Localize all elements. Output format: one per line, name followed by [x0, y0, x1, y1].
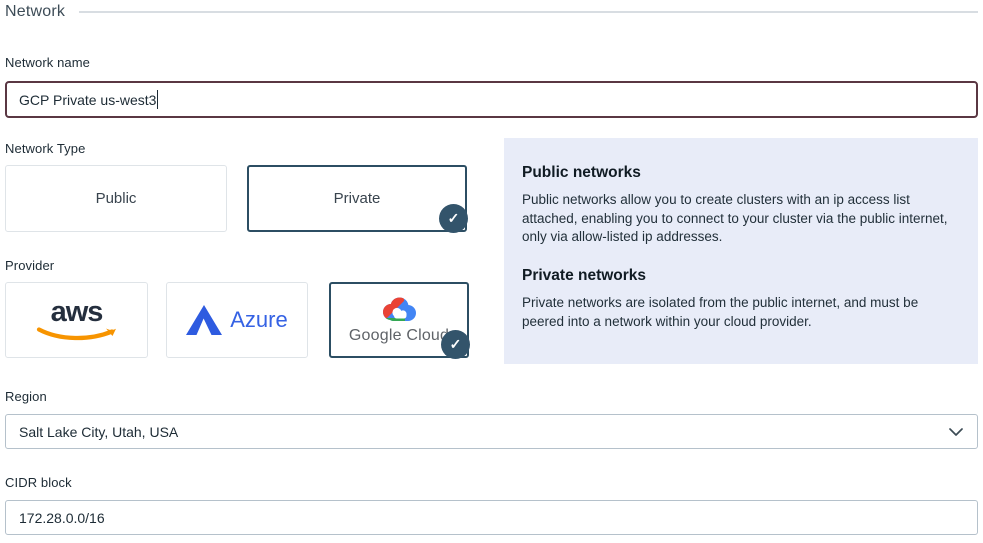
region-value: Salt Lake City, Utah, USA [19, 424, 178, 440]
network-name-input[interactable]: GCP Private us-west3 [5, 81, 978, 118]
check-icon: ✓ [450, 336, 462, 353]
aws-logo-icon: aws [36, 298, 118, 342]
network-type-options: Public Private ✓ [5, 165, 475, 232]
selected-check-badge: ✓ [439, 204, 468, 233]
aws-smile-icon [36, 327, 118, 342]
region-label: Region [5, 389, 978, 404]
region-select-row: Salt Lake City, Utah, USA [5, 414, 978, 449]
check-icon: ✓ [448, 210, 460, 227]
cidr-value: 172.28.0.0/16 [19, 510, 105, 526]
provider-option-azure[interactable]: Azure [166, 282, 308, 358]
google-cloud-logo-icon: Google Cloud [349, 295, 449, 345]
info-section-public: Public networks Public networks allow yo… [522, 164, 954, 247]
region-field: Region Salt Lake City, Utah, USA [5, 389, 978, 449]
google-cloud-wordmark: Google Cloud [349, 327, 449, 345]
public-networks-description: Public networks allow you to create clus… [522, 191, 954, 247]
selected-check-badge: ✓ [441, 330, 470, 359]
private-networks-heading: Private networks [522, 267, 954, 285]
public-networks-heading: Public networks [522, 164, 954, 182]
provider-options: aws Azure [5, 282, 475, 358]
cidr-label: CIDR block [5, 475, 978, 490]
azure-triangle-icon [186, 305, 222, 335]
info-panel: Public networks Public networks allow yo… [504, 138, 978, 364]
option-label: Public [96, 190, 137, 207]
azure-logo-icon: Azure [186, 305, 287, 335]
section-divider [79, 11, 978, 13]
text-caret [157, 90, 158, 109]
chevron-down-icon [949, 428, 963, 436]
provider-option-aws[interactable]: aws [5, 282, 148, 358]
network-name-field: Network name GCP Private us-west3 [5, 55, 978, 118]
left-column: Network Type Public Private ✓ Provider a… [5, 138, 475, 364]
type-provider-row: Network Type Public Private ✓ Provider a… [5, 138, 978, 364]
provider-label: Provider [5, 258, 475, 273]
info-section-private: Private networks Private networks are is… [522, 267, 954, 331]
network-name-label: Network name [5, 55, 978, 70]
private-networks-description: Private networks are isolated from the p… [522, 294, 954, 331]
cidr-input[interactable]: 172.28.0.0/16 [5, 500, 978, 535]
network-type-option-public[interactable]: Public [5, 165, 227, 232]
network-form: Network Network name GCP Private us-west… [0, 2, 983, 535]
network-type-option-private[interactable]: Private ✓ [247, 165, 467, 232]
network-name-value: GCP Private us-west3 [19, 92, 156, 108]
cidr-input-row: 172.28.0.0/16 [5, 500, 978, 535]
google-cloud-cloud-icon [378, 295, 420, 325]
network-type-label: Network Type [5, 141, 475, 156]
provider-option-google-cloud[interactable]: Google Cloud ✓ [329, 282, 469, 358]
azure-wordmark: Azure [230, 307, 287, 333]
option-label: Private [334, 190, 381, 207]
cidr-field: CIDR block 172.28.0.0/16 [5, 475, 978, 535]
region-select[interactable]: Salt Lake City, Utah, USA [5, 414, 978, 449]
page-title: Network [5, 3, 65, 21]
section-header: Network [5, 2, 978, 22]
aws-wordmark: aws [51, 298, 103, 327]
